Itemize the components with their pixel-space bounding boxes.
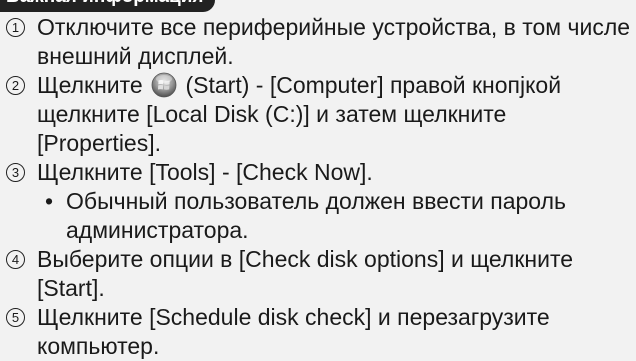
step-number-5: 5 bbox=[6, 308, 25, 327]
step-5: 5 Щелкните [Schedule disk check] и перез… bbox=[0, 303, 636, 361]
instruction-steps: 1 Отключите все периферийные устройства,… bbox=[0, 13, 636, 361]
step-number-3: 3 bbox=[6, 163, 25, 182]
step-2-text-before-icon: Щелкните bbox=[37, 72, 143, 98]
bullet-icon: • bbox=[45, 188, 54, 214]
step-5-text: Щелкните [Schedule disk check] и перезаг… bbox=[37, 304, 550, 359]
step-3: 3 Щелкните [Tools] - [Check Now]. bbox=[0, 158, 636, 187]
section-header-title: Важная информация bbox=[6, 0, 203, 12]
step-3-text: Щелкните [Tools] - [Check Now]. bbox=[37, 159, 373, 185]
step-4: 4 Выберите опции в [Check disk options] … bbox=[0, 245, 636, 303]
step-4-text: Выберите опции в [Check disk options] и … bbox=[37, 246, 574, 301]
section-header-tab: Важная информация bbox=[0, 0, 216, 12]
step-3-note: • Обычный пользователь должен ввести пар… bbox=[0, 187, 636, 245]
step-1-text: Отключите все периферийные устройства, в… bbox=[37, 14, 631, 69]
step-number-2: 2 bbox=[6, 76, 25, 95]
step-number-1: 1 bbox=[6, 18, 25, 37]
windows-start-orb-icon bbox=[151, 72, 177, 98]
step-1: 1 Отключите все периферийные устройства,… bbox=[0, 13, 636, 71]
step-2: 2 Щелкните (Start) - [Computer] правой к… bbox=[0, 71, 636, 158]
step-3-note-text: Обычный пользователь должен ввести парол… bbox=[66, 188, 566, 243]
step-number-4: 4 bbox=[6, 250, 25, 269]
